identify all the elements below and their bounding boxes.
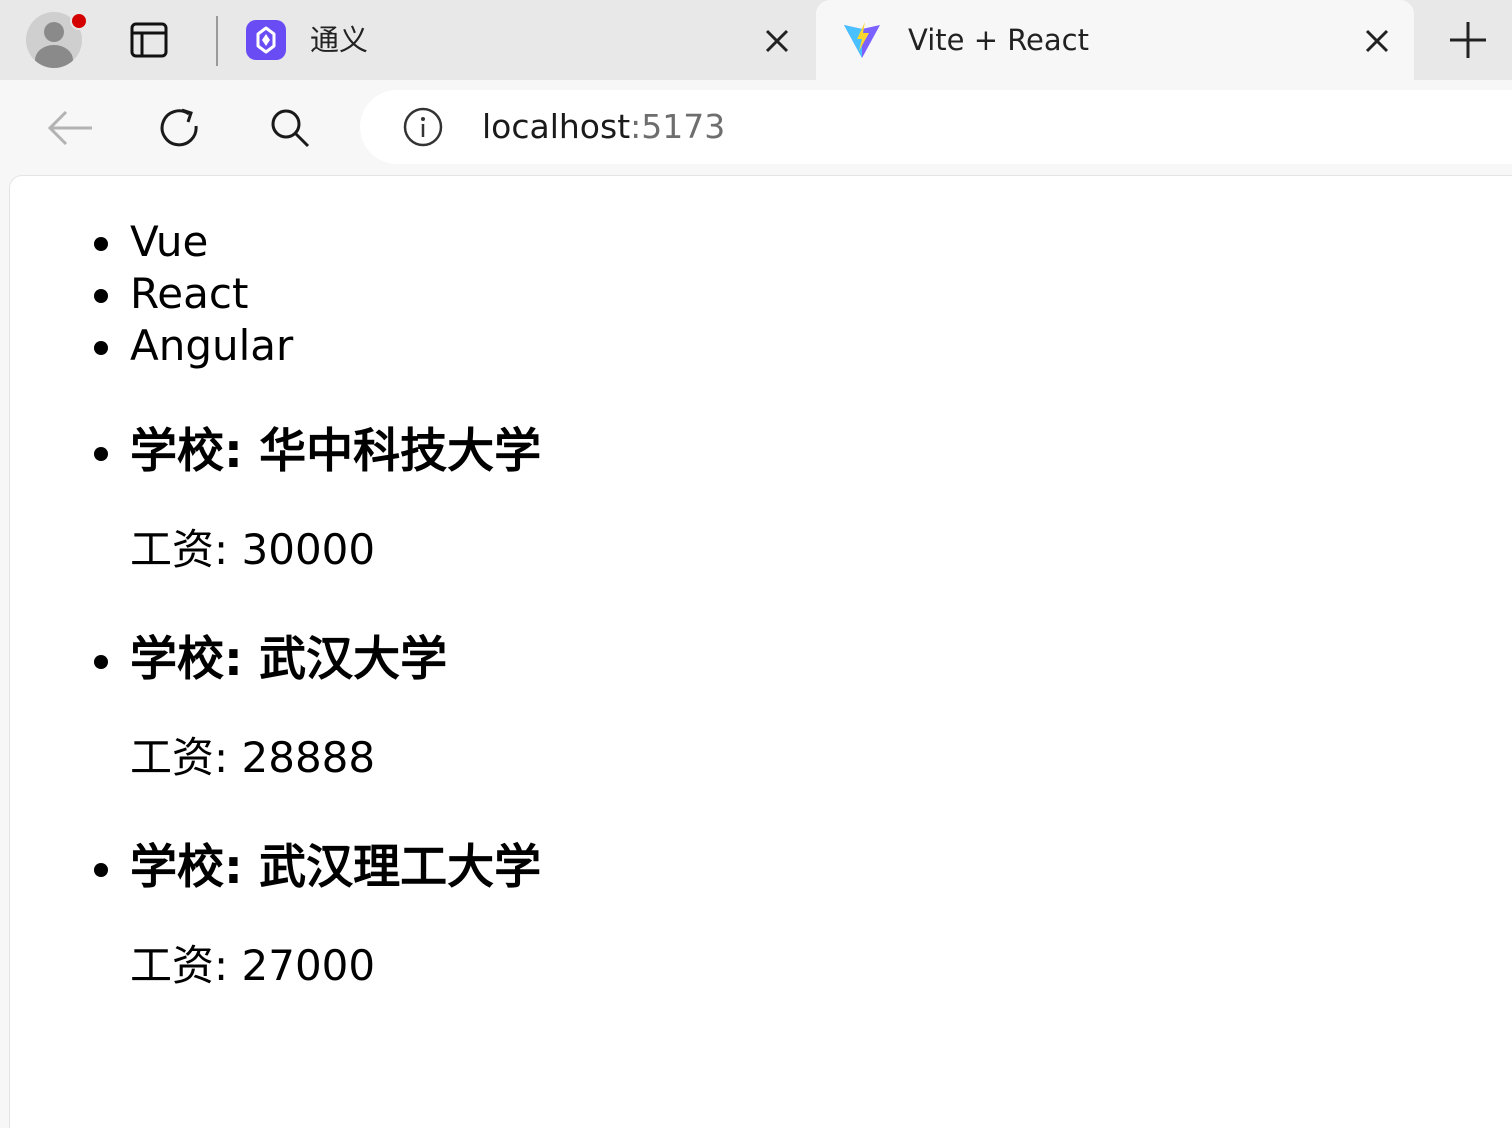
salary-text: 工资: 28888 (130, 733, 376, 782)
school-entry: 学校: 武汉大学 工资: 28888 (90, 630, 447, 786)
school-entry: 学校: 武汉理工大学 工资: 27000 (90, 838, 541, 994)
school-name: 学校: 华中科技大学 (90, 422, 541, 482)
vite-logo-icon (842, 20, 882, 60)
close-icon[interactable] (762, 26, 792, 56)
tab-title: Vite + React (908, 23, 1089, 57)
tongyi-logo-icon (246, 20, 286, 60)
tab-actions-icon[interactable] (130, 22, 168, 58)
tab-bar: 通义 Vite + React (0, 0, 1512, 80)
url-host: localhost (482, 107, 631, 146)
school-entry: 学校: 华中科技大学 工资: 30000 (90, 422, 541, 578)
avatar-body (35, 45, 73, 68)
search-icon[interactable] (264, 102, 316, 154)
page-viewport: Vue React Angular 学校: 华中科技大学 工资: 30000 学… (10, 176, 1512, 1128)
address-bar[interactable]: localhost:5173 (360, 90, 1512, 164)
tab-tongyi[interactable]: 通义 (232, 0, 812, 80)
close-icon[interactable] (1362, 26, 1392, 56)
school-name: 学校: 武汉大学 (90, 630, 447, 690)
tab-title: 通义 (310, 23, 369, 57)
salary-text: 工资: 30000 (130, 525, 376, 574)
reload-icon[interactable] (154, 102, 206, 154)
tab-vite-react[interactable]: Vite + React (816, 0, 1414, 80)
avatar-head (44, 22, 64, 42)
list-item: React (90, 268, 293, 320)
tab-divider (216, 16, 218, 66)
url-text[interactable]: localhost:5173 (482, 104, 725, 150)
list-item: Angular (90, 320, 293, 372)
new-tab-plus-icon[interactable] (1446, 18, 1490, 62)
back-arrow-icon[interactable] (44, 102, 96, 154)
framework-list: Vue React Angular (90, 216, 293, 372)
list-item: Vue (90, 216, 293, 268)
info-icon[interactable] (402, 106, 444, 148)
salary-text: 工资: 27000 (130, 941, 376, 990)
school-name: 学校: 武汉理工大学 (90, 838, 541, 898)
notification-badge (70, 12, 88, 30)
url-port: :5173 (630, 107, 726, 146)
browser-toolbar: localhost:5173 (0, 80, 1512, 176)
